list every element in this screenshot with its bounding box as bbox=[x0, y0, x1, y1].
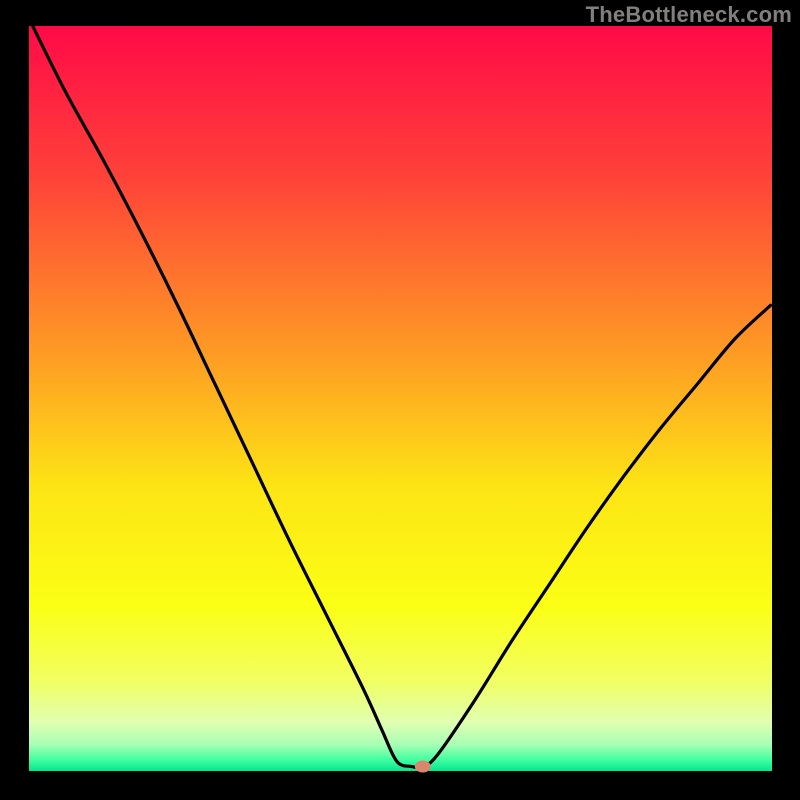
watermark-text: TheBottleneck.com bbox=[586, 2, 792, 28]
chart-container: { "watermark": "TheBottleneck.com", "cha… bbox=[0, 0, 800, 800]
bottleneck-chart bbox=[0, 0, 800, 800]
optimal-point-marker bbox=[415, 761, 431, 773]
chart-background bbox=[29, 26, 772, 771]
